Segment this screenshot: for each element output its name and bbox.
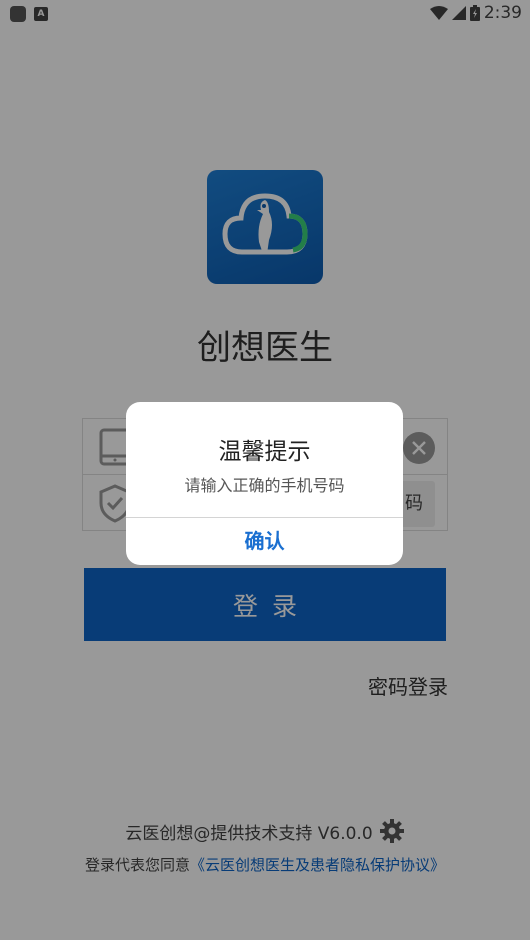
dialog-title: 温馨提示: [218, 439, 311, 465]
alert-dialog: 温馨提示 请输入正确的手机号码 确认: [126, 402, 403, 565]
dialog-message: 请输入正确的手机号码: [184, 476, 345, 495]
confirm-button[interactable]: 确认: [126, 518, 403, 565]
